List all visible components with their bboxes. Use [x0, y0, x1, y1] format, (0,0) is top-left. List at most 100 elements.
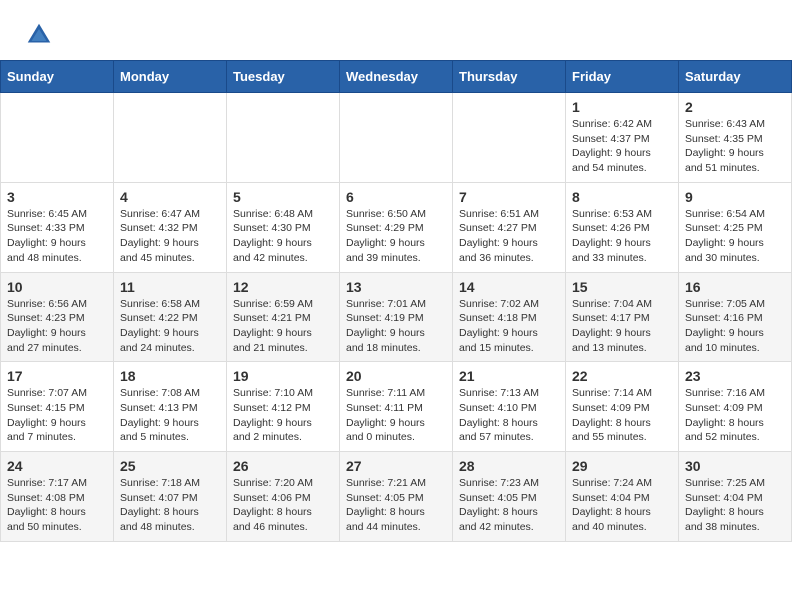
calendar-cell: 25 Sunrise: 7:18 AM Sunset: 4:07 PM Dayli…: [114, 452, 227, 542]
day-info: Sunrise: 6:50 AM Sunset: 4:29 PM Dayligh…: [346, 207, 446, 266]
calendar-cell: 20 Sunrise: 7:11 AM Sunset: 4:11 PM Dayli…: [340, 362, 453, 452]
day-number: 12: [233, 279, 333, 295]
day-info: Sunrise: 7:10 AM Sunset: 4:12 PM Dayligh…: [233, 386, 333, 445]
calendar-cell: 30 Sunrise: 7:25 AM Sunset: 4:04 PM Dayli…: [679, 452, 792, 542]
day-number: 5: [233, 189, 333, 205]
day-number: 8: [572, 189, 672, 205]
calendar-cell: 7Sunrise: 6:51 AM Sunset: 4:27 PM Daylig…: [453, 182, 566, 272]
calendar-cell: 14 Sunrise: 7:02 AM Sunset: 4:18 PM Dayli…: [453, 272, 566, 362]
day-number: 20: [346, 368, 446, 384]
day-info: Sunrise: 7:16 AM Sunset: 4:09 PM Dayligh…: [685, 386, 785, 445]
day-info: Sunrise: 7:21 AM Sunset: 4:05 PM Dayligh…: [346, 476, 446, 535]
calendar-cell: 1 Sunrise: 6:42 AM Sunset: 4:37 PM Daylig…: [566, 93, 679, 183]
day-info: Sunrise: 7:24 AM Sunset: 4:04 PM Dayligh…: [572, 476, 672, 535]
column-header-tuesday: Tuesday: [227, 61, 340, 93]
day-number: 16: [685, 279, 785, 295]
day-info: Sunrise: 6:43 AM Sunset: 4:35 PM Dayligh…: [685, 117, 785, 176]
calendar-cell: 18Sunrise: 7:08 AM Sunset: 4:13 PM Dayli…: [114, 362, 227, 452]
day-number: 25: [120, 458, 220, 474]
day-info: Sunrise: 7:20 AM Sunset: 4:06 PM Dayligh…: [233, 476, 333, 535]
calendar-cell: [1, 93, 114, 183]
calendar-cell: 4 Sunrise: 6:47 AM Sunset: 4:32 PM Daylig…: [114, 182, 227, 272]
calendar-cell: 23 Sunrise: 7:16 AM Sunset: 4:09 PM Dayli…: [679, 362, 792, 452]
column-header-wednesday: Wednesday: [340, 61, 453, 93]
calendar-cell: [227, 93, 340, 183]
day-number: 6: [346, 189, 446, 205]
day-number: 23: [685, 368, 785, 384]
day-info: Sunrise: 7:02 AM Sunset: 4:18 PM Dayligh…: [459, 297, 559, 356]
day-info: Sunrise: 7:04 AM Sunset: 4:17 PM Dayligh…: [572, 297, 672, 356]
calendar-cell: 10 Sunrise: 6:56 AM Sunset: 4:23 PM Dayli…: [1, 272, 114, 362]
day-info: Sunrise: 6:53 AM Sunset: 4:26 PM Dayligh…: [572, 207, 672, 266]
calendar-cell: 22Sunrise: 7:14 AM Sunset: 4:09 PM Dayli…: [566, 362, 679, 452]
calendar-cell: 27 Sunrise: 7:21 AM Sunset: 4:05 PM Dayli…: [340, 452, 453, 542]
calendar-cell: [453, 93, 566, 183]
column-header-thursday: Thursday: [453, 61, 566, 93]
day-info: Sunrise: 7:17 AM Sunset: 4:08 PM Dayligh…: [7, 476, 107, 535]
column-header-monday: Monday: [114, 61, 227, 93]
logo: [24, 20, 58, 50]
calendar-cell: 19 Sunrise: 7:10 AM Sunset: 4:12 PM Dayli…: [227, 362, 340, 452]
day-number: 10: [7, 279, 107, 295]
calendar-cell: 15 Sunrise: 7:04 AM Sunset: 4:17 PM Dayli…: [566, 272, 679, 362]
calendar-cell: 2 Sunrise: 6:43 AM Sunset: 4:35 PM Daylig…: [679, 93, 792, 183]
day-number: 26: [233, 458, 333, 474]
calendar: SundayMondayTuesdayWednesdayThursdayFrid…: [0, 60, 792, 542]
day-info: Sunrise: 6:47 AM Sunset: 4:32 PM Dayligh…: [120, 207, 220, 266]
calendar-cell: 13 Sunrise: 7:01 AM Sunset: 4:19 PM Dayli…: [340, 272, 453, 362]
day-number: 2: [685, 99, 785, 115]
calendar-cell: 8 Sunrise: 6:53 AM Sunset: 4:26 PM Daylig…: [566, 182, 679, 272]
day-number: 3: [7, 189, 107, 205]
calendar-cell: 26 Sunrise: 7:20 AM Sunset: 4:06 PM Dayli…: [227, 452, 340, 542]
day-number: 14: [459, 279, 559, 295]
day-number: 19: [233, 368, 333, 384]
column-header-saturday: Saturday: [679, 61, 792, 93]
day-info: Sunrise: 6:48 AM Sunset: 4:30 PM Dayligh…: [233, 207, 333, 266]
calendar-cell: 12 Sunrise: 6:59 AM Sunset: 4:21 PM Dayli…: [227, 272, 340, 362]
calendar-cell: 3 Sunrise: 6:45 AM Sunset: 4:33 PM Daylig…: [1, 182, 114, 272]
day-number: 11: [120, 279, 220, 295]
calendar-cell: 5 Sunrise: 6:48 AM Sunset: 4:30 PM Daylig…: [227, 182, 340, 272]
calendar-cell: 17Sunrise: 7:07 AM Sunset: 4:15 PM Dayli…: [1, 362, 114, 452]
day-info: Sunrise: 6:42 AM Sunset: 4:37 PM Dayligh…: [572, 117, 672, 176]
calendar-cell: 6 Sunrise: 6:50 AM Sunset: 4:29 PM Daylig…: [340, 182, 453, 272]
day-number: 30: [685, 458, 785, 474]
logo-icon: [24, 20, 54, 50]
calendar-cell: 9 Sunrise: 6:54 AM Sunset: 4:25 PM Daylig…: [679, 182, 792, 272]
day-number: 22: [572, 368, 672, 384]
day-number: 28: [459, 458, 559, 474]
day-info: Sunrise: 6:56 AM Sunset: 4:23 PM Dayligh…: [7, 297, 107, 356]
day-info: Sunrise: 7:11 AM Sunset: 4:11 PM Dayligh…: [346, 386, 446, 445]
day-number: 15: [572, 279, 672, 295]
day-info: Sunrise: 6:54 AM Sunset: 4:25 PM Dayligh…: [685, 207, 785, 266]
day-info: Sunrise: 7:23 AM Sunset: 4:05 PM Dayligh…: [459, 476, 559, 535]
day-number: 24: [7, 458, 107, 474]
day-info: Sunrise: 7:18 AM Sunset: 4:07 PM Dayligh…: [120, 476, 220, 535]
day-info: Sunrise: 7:05 AM Sunset: 4:16 PM Dayligh…: [685, 297, 785, 356]
day-number: 1: [572, 99, 672, 115]
calendar-cell: 28 Sunrise: 7:23 AM Sunset: 4:05 PM Dayli…: [453, 452, 566, 542]
day-number: 21: [459, 368, 559, 384]
calendar-cell: [340, 93, 453, 183]
day-info: Sunrise: 7:01 AM Sunset: 4:19 PM Dayligh…: [346, 297, 446, 356]
day-number: 13: [346, 279, 446, 295]
column-header-sunday: Sunday: [1, 61, 114, 93]
calendar-cell: [114, 93, 227, 183]
day-info: Sunrise: 6:59 AM Sunset: 4:21 PM Dayligh…: [233, 297, 333, 356]
day-number: 29: [572, 458, 672, 474]
day-info: Sunrise: 7:25 AM Sunset: 4:04 PM Dayligh…: [685, 476, 785, 535]
header: [0, 0, 792, 60]
day-info: Sunrise: 6:58 AM Sunset: 4:22 PM Dayligh…: [120, 297, 220, 356]
day-number: 17: [7, 368, 107, 384]
calendar-cell: 16 Sunrise: 7:05 AM Sunset: 4:16 PM Dayli…: [679, 272, 792, 362]
calendar-cell: 24 Sunrise: 7:17 AM Sunset: 4:08 PM Dayli…: [1, 452, 114, 542]
day-info: Sunrise: 6:45 AM Sunset: 4:33 PM Dayligh…: [7, 207, 107, 266]
day-info: Sunrise: 7:13 AM Sunset: 4:10 PM Dayligh…: [459, 386, 559, 445]
day-number: 4: [120, 189, 220, 205]
day-number: 9: [685, 189, 785, 205]
calendar-cell: 29 Sunrise: 7:24 AM Sunset: 4:04 PM Dayli…: [566, 452, 679, 542]
day-number: 27: [346, 458, 446, 474]
day-number: 7: [459, 189, 559, 205]
calendar-cell: 21 Sunrise: 7:13 AM Sunset: 4:10 PM Dayli…: [453, 362, 566, 452]
column-header-friday: Friday: [566, 61, 679, 93]
